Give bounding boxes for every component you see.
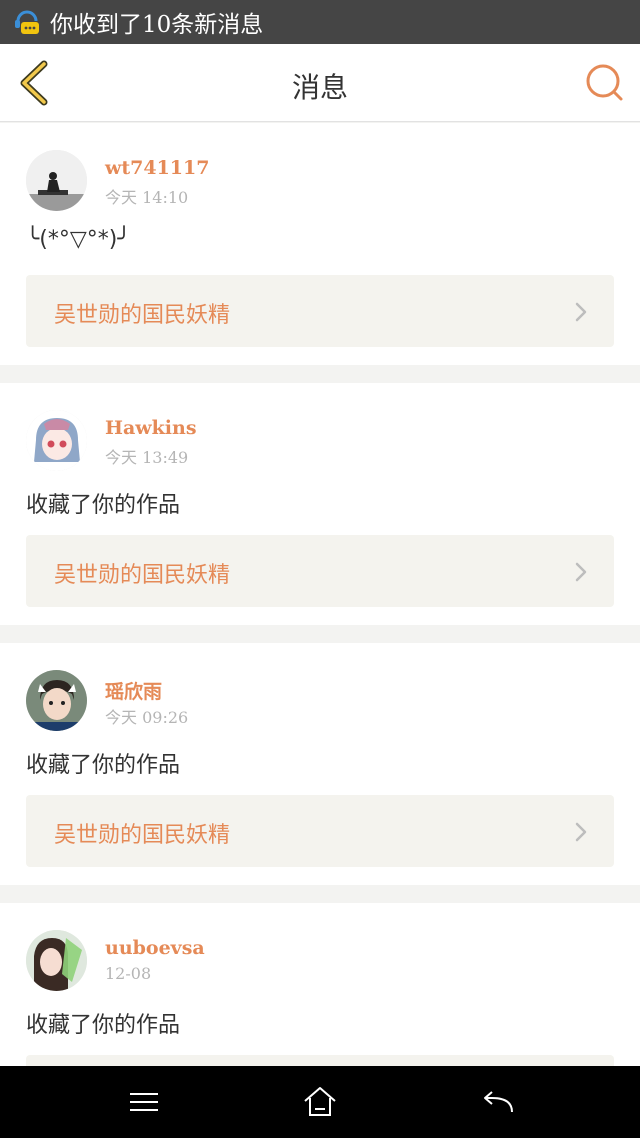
avatar[interactable]: [26, 930, 87, 991]
app-header: 消息: [0, 44, 640, 122]
message-card: wt741117 今天 14:10 ╰(*°▽°*)╯ 吴世勋的国民妖精: [0, 123, 640, 365]
menu-icon[interactable]: [126, 1084, 162, 1120]
message-content: 收藏了你的作品: [26, 493, 181, 518]
messages-screen: 你收到了10条新消息 消息 wt741117 今天 14:10 ╰(*°▽°*)…: [0, 0, 640, 1138]
timestamp: 今天 13:49: [105, 448, 189, 467]
home-icon[interactable]: [302, 1084, 338, 1120]
notification-text: 你收到了10条新消息: [50, 12, 264, 38]
avatar[interactable]: [26, 150, 87, 211]
work-title: 吴世勋的国民妖精: [54, 563, 231, 588]
message-content: ╰(*°▽°*)╯: [26, 227, 131, 252]
chevron-right-icon: [575, 302, 587, 322]
status-bar: 你收到了10条新消息: [0, 0, 640, 44]
work-link[interactable]: 吴世勋的国民妖精: [26, 795, 614, 867]
message-card: 瑶欣雨 今天 09:26 收藏了你的作品 吴世勋的国民妖精: [0, 643, 640, 885]
system-nav-bar: [0, 1066, 640, 1138]
chat-notification-icon: [15, 10, 39, 34]
timestamp: 今天 14:10: [105, 188, 189, 207]
message-content: 收藏了你的作品: [26, 1013, 181, 1038]
page-title: 消息: [291, 71, 348, 104]
avatar[interactable]: [26, 670, 87, 731]
avatar[interactable]: [26, 410, 87, 471]
search-icon[interactable]: [584, 62, 626, 104]
timestamp: 12-08: [105, 964, 152, 983]
anime-girl-avatar: [26, 410, 87, 471]
work-link[interactable]: 吴世勋的国民妖精: [26, 275, 614, 347]
back-arrow-icon[interactable]: [480, 1084, 516, 1120]
username[interactable]: wt741117: [105, 157, 209, 179]
work-title: 吴世勋的国民妖精: [54, 823, 231, 848]
person-avatar: [26, 670, 87, 731]
photo-avatar-silhouette: [26, 150, 87, 211]
username[interactable]: Hawkins: [105, 417, 197, 439]
username[interactable]: uuboevsa: [105, 937, 205, 959]
username[interactable]: 瑶欣雨: [105, 677, 162, 704]
girl-photo-avatar: [26, 930, 87, 991]
message-content: 收藏了你的作品: [26, 753, 181, 778]
chevron-right-icon: [575, 562, 587, 582]
message-card: Hawkins 今天 13:49 收藏了你的作品 吴世勋的国民妖精: [0, 383, 640, 625]
work-title: 吴世勋的国民妖精: [54, 303, 231, 328]
work-link[interactable]: 吴世勋的国民妖精: [26, 535, 614, 607]
timestamp: 今天 09:26: [105, 708, 189, 727]
chevron-right-icon: [575, 822, 587, 842]
message-list: wt741117 今天 14:10 ╰(*°▽°*)╯ 吴世勋的国民妖精 Haw…: [0, 123, 640, 1138]
